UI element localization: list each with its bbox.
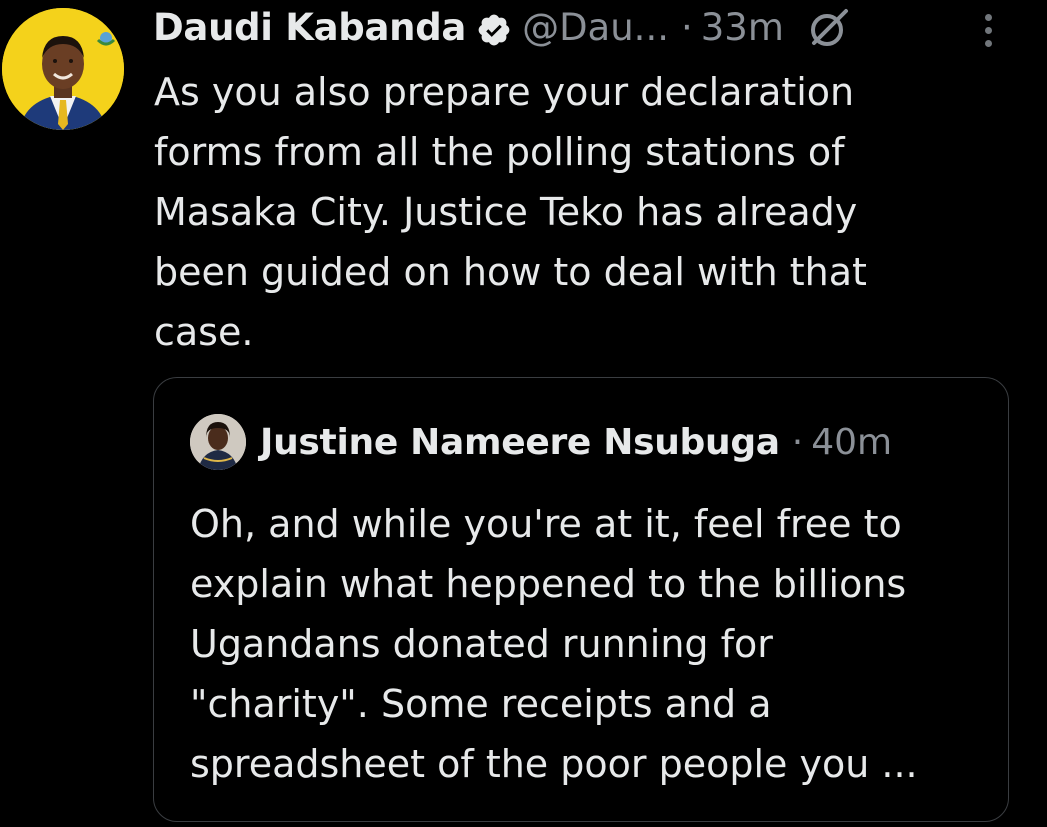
quoted-tweet-card[interactable]: Justine Nameere Nsubuga · 40m Oh, and wh… (153, 377, 1009, 822)
quoted-author-display-name[interactable]: Justine Nameere Nsubuga (260, 422, 780, 463)
author-avatar[interactable] (2, 8, 124, 130)
tweet-header: Daudi Kabanda @Dau... · 33m (153, 2, 852, 54)
verified-badge-icon[interactable] (476, 10, 512, 46)
author-display-name[interactable]: Daudi Kabanda (153, 2, 466, 54)
more-dot (984, 26, 992, 34)
quoted-tweet-timestamp[interactable]: 40m (811, 422, 892, 463)
more-dots-icon[interactable] (968, 8, 1008, 52)
quoted-tweet-text: Oh, and while you're at it, feel free to… (190, 502, 918, 786)
more-dot (984, 39, 992, 47)
grok-icon[interactable] (806, 5, 852, 51)
header-separator: · (680, 6, 693, 49)
more-dot (984, 13, 992, 21)
quoted-author-avatar[interactable] (190, 414, 246, 470)
author-handle[interactable]: @Dau... (522, 2, 669, 54)
quoted-tweet-header: Justine Nameere Nsubuga · 40m (190, 414, 892, 470)
tweet-text: As you also prepare your declaration for… (154, 70, 867, 354)
tweet-timestamp[interactable]: 33m (701, 2, 784, 54)
tweet-article[interactable]: Daudi Kabanda @Dau... · 33m As you also … (0, 0, 1047, 827)
quoted-header-separator: · (791, 421, 804, 463)
